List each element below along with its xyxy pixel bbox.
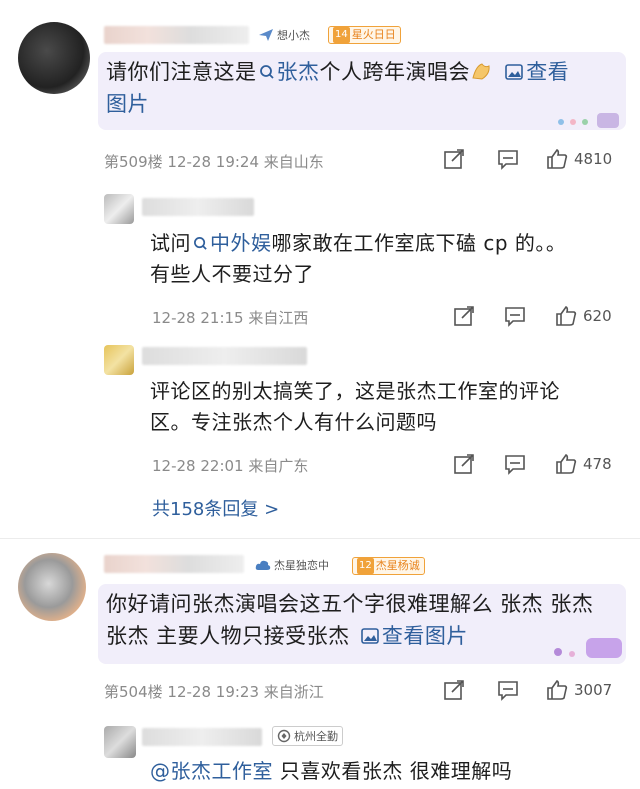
divider (0, 538, 640, 539)
view-image-link[interactable]: 查看图片 (361, 624, 468, 648)
share-icon (454, 454, 474, 474)
like-count: 620 (583, 307, 612, 325)
reply-meta: 12-28 22:01 来自广东 (152, 457, 309, 475)
city-badge: 杭州全勤 (272, 726, 343, 746)
share-button[interactable] (453, 305, 475, 327)
more-replies-link[interactable]: 共158条回复 > (152, 495, 279, 521)
comment-icon (505, 455, 525, 475)
username[interactable] (104, 555, 244, 573)
plane-icon (259, 29, 273, 41)
comment-button[interactable] (497, 679, 519, 701)
comment-button[interactable] (497, 148, 519, 170)
like-button[interactable]: 620 (555, 305, 612, 327)
view-image-link-cont[interactable]: 图片 (106, 92, 149, 116)
username[interactable] (104, 26, 249, 44)
like-button[interactable]: 4810 (546, 148, 612, 170)
comment-meta: 第509楼 12-28 19:24 来自山东 (104, 153, 324, 171)
share-icon (444, 149, 464, 169)
avatar[interactable] (104, 345, 134, 375)
avatar[interactable] (18, 22, 90, 94)
like-count: 478 (583, 455, 612, 473)
level-badge: 14 星火日日 (328, 26, 401, 44)
topic-link[interactable]: 中外娱 (191, 231, 272, 255)
mention-link[interactable]: @张杰工作室 (150, 759, 273, 783)
avatar[interactable] (104, 194, 134, 224)
comment-icon (498, 681, 518, 701)
reply-text: 评论区的别太搞笑了，这是张杰工作室的评论 区。专注张杰个人有什么问题吗 (150, 379, 560, 434)
comment-text: 请你们注意这是 张杰个人跨年演唱会 查看 图片 (106, 60, 570, 116)
level-badge: 12 杰星杨诚 (352, 557, 425, 575)
cloud-icon (255, 560, 271, 570)
search-icon (259, 65, 274, 79)
topic-link[interactable]: 张杰 (257, 60, 320, 84)
like-icon (556, 453, 577, 474)
comment-text: 你好请问张杰演唱会这五个字很难理解么 张杰 张杰 张杰 主要人物只接受张杰 查看… (106, 592, 594, 648)
medal-icon (277, 729, 291, 743)
like-button[interactable]: 3007 (546, 679, 612, 701)
share-button[interactable] (453, 453, 475, 475)
like-icon (547, 148, 568, 169)
sticker-decoration (553, 110, 623, 130)
like-icon (547, 679, 568, 700)
sticker-decoration (550, 632, 626, 662)
comment-button[interactable] (504, 305, 526, 327)
image-icon (361, 628, 379, 644)
username[interactable] (142, 198, 254, 216)
avatar[interactable] (104, 726, 136, 758)
reply-text: @张杰工作室 只喜欢看张杰 很难理解吗 (150, 759, 513, 783)
share-button[interactable] (443, 679, 465, 701)
comment-button[interactable] (504, 453, 526, 475)
reply-text: 试问 中外娱哪家敢在工作室底下磕 cp 的。。 有些人不要过分了 (150, 231, 567, 286)
like-count: 4810 (574, 150, 613, 168)
view-image-link[interactable]: 查看 (505, 60, 569, 84)
hand-emoji-icon (472, 63, 490, 80)
comment-icon (498, 150, 518, 170)
image-icon (505, 64, 523, 80)
like-count: 3007 (574, 681, 613, 699)
like-icon (556, 305, 577, 326)
share-icon (454, 306, 474, 326)
username[interactable] (142, 347, 307, 365)
fan-badge: 想小杰 (258, 27, 310, 43)
comment-icon (505, 307, 525, 327)
share-icon (444, 680, 464, 700)
like-button[interactable]: 478 (555, 453, 612, 475)
fan-badge: 杰星独恋中 (255, 557, 329, 573)
comment-meta: 第504楼 12-28 19:23 来自浙江 (104, 683, 324, 701)
reply-meta: 12-28 21:15 来自江西 (152, 309, 309, 327)
share-button[interactable] (443, 148, 465, 170)
avatar[interactable] (18, 553, 86, 621)
username[interactable] (142, 728, 262, 746)
search-icon (194, 237, 207, 250)
